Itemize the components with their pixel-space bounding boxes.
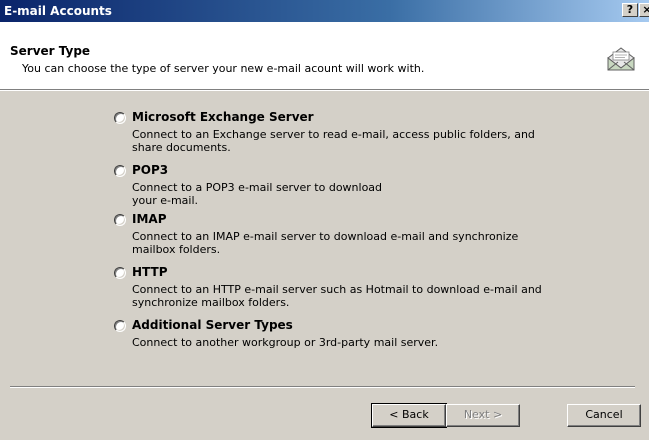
option-imap-desc: Connect to an IMAP e-mail server to down… [132,230,562,256]
next-button[interactable]: Next > [446,404,520,427]
mail-envelope-icon [607,47,635,71]
radio-exchange[interactable] [114,112,126,124]
option-additional-label[interactable]: Additional Server Types [132,318,293,332]
header-divider [0,90,649,91]
option-pop3-label[interactable]: POP3 [132,163,168,177]
desc-line: Connect to an HTTP e-mail server such as… [132,283,542,296]
option-exchange-desc: Connect to an Exchange server to read e-… [132,128,562,154]
footer-divider [10,386,635,388]
back-button[interactable]: < Back [371,403,447,428]
desc-line: Connect to an Exchange server to read e-… [132,128,535,141]
option-http-desc: Connect to an HTTP e-mail server such as… [132,283,562,309]
option-pop3-desc: Connect to a POP3 e-mail server to downl… [132,181,562,207]
option-http-label[interactable]: HTTP [132,265,167,279]
close-button[interactable]: × [639,3,649,17]
page-title: Server Type [10,44,91,58]
desc-line: synchronize mailbox folders. [132,296,290,309]
desc-line: Connect to an IMAP e-mail server to down… [132,230,519,243]
help-button[interactable]: ? [622,3,638,17]
desc-line: Connect to another workgroup or 3rd-part… [132,336,439,349]
title-bar[interactable]: E-mail Accounts ? × [0,0,649,22]
option-exchange-label[interactable]: Microsoft Exchange Server [132,110,314,124]
wizard-header: Server Type You can choose the type of s… [0,22,649,90]
desc-line: Connect to a POP3 e-mail server to downl… [132,181,383,194]
radio-imap[interactable] [114,214,126,226]
option-imap-label[interactable]: IMAP [132,212,167,226]
window-title: E-mail Accounts [4,4,112,18]
desc-line: your e-mail. [132,194,199,207]
page-subtitle: You can choose the type of server your n… [22,62,425,75]
radio-http[interactable] [114,267,126,279]
radio-additional[interactable] [114,320,126,332]
cancel-button[interactable]: Cancel [567,404,641,427]
option-additional-desc: Connect to another workgroup or 3rd-part… [132,336,562,349]
desc-line: share documents. [132,141,231,154]
radio-pop3[interactable] [114,165,126,177]
desc-line: mailbox folders. [132,243,221,256]
